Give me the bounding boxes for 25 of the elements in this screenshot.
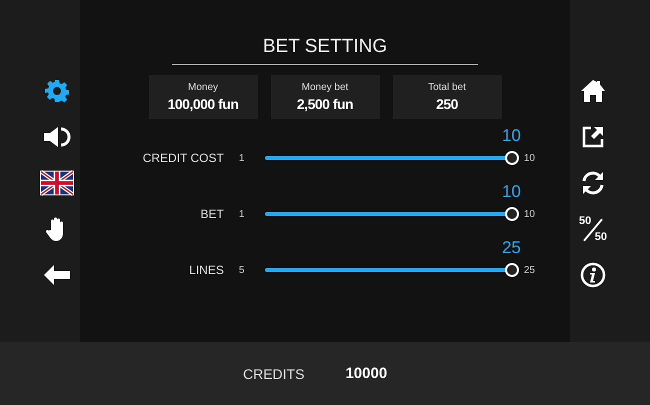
card-label: Total bet: [428, 82, 466, 93]
credits-label: CREDITS: [243, 366, 304, 382]
slider-handle[interactable]: [504, 263, 519, 277]
card-value: 2,500 fun: [296, 96, 354, 112]
dialog-title: BET SETTING: [172, 36, 478, 65]
max-value: 10: [524, 152, 535, 164]
slider-label: LINES: [188, 263, 224, 277]
slider-reading: 10: [502, 182, 521, 202]
slider-reading: 25: [502, 238, 521, 258]
card-label: Money: [188, 82, 218, 93]
card-value: 250: [436, 96, 458, 112]
credits-value: 10000: [345, 365, 388, 382]
slider-reading: 10: [502, 126, 521, 146]
slider-label: CREDIT COST: [142, 151, 224, 165]
min-value: 1: [238, 152, 246, 164]
min-value: 1: [238, 208, 246, 220]
card-label: Money bet: [302, 82, 348, 93]
max-value: 10: [524, 208, 535, 220]
half-button[interactable]: 50 50: [576, 212, 610, 246]
slider-handle[interactable]: [504, 207, 519, 221]
slider-label: BET: [199, 207, 224, 221]
max-value: 25: [524, 264, 535, 276]
slider-handle[interactable]: [504, 151, 519, 165]
card-value: 100,000 fun: [168, 96, 238, 112]
min-value: 5: [238, 264, 246, 276]
